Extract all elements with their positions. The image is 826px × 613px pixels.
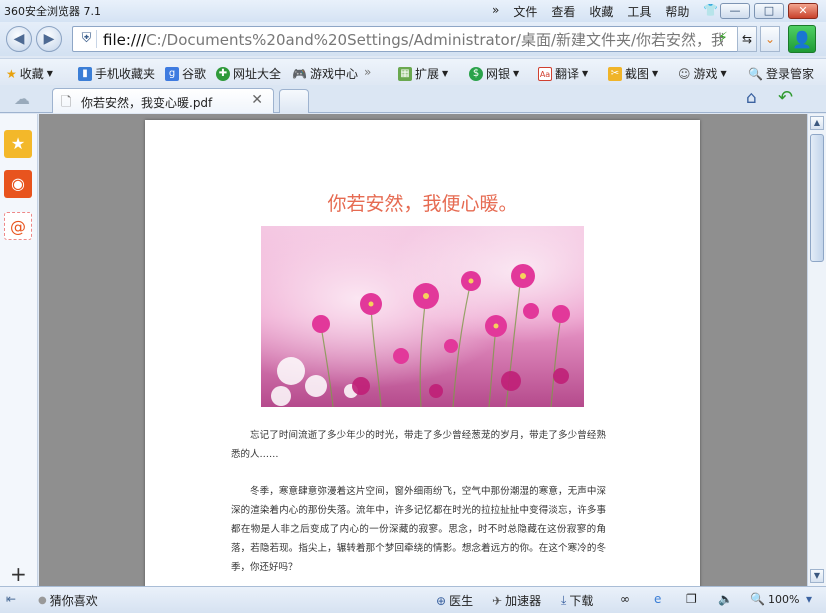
menu-bar: » 文件 查看 收藏 工具 帮助 👕 <box>492 3 718 20</box>
tab-pdf-document[interactable]: 🗋 你若安然，我变心暖.pdf ✕ <box>52 88 274 113</box>
new-tab-button[interactable] <box>279 89 309 113</box>
document-title: 你若安然，我便心暖。 <box>327 193 518 215</box>
favorites-menu[interactable]: ★ 收藏 ▼ <box>6 65 53 82</box>
fav-mobile-favorites[interactable]: ▮ 手机收藏夹 <box>78 65 155 82</box>
shirt-icon[interactable]: 👕 <box>703 3 718 20</box>
undo-close-icon[interactable]: ↶ <box>778 87 793 108</box>
scissors-icon: ✂ <box>608 66 622 81</box>
close-tab-icon[interactable]: ✕ <box>251 92 263 108</box>
tab-bar: ☁ 🗋 你若安然，我变心暖.pdf ✕ ⌂ ↶ <box>0 85 826 113</box>
online-banking-menu[interactable]: $ 网银 ▼ <box>469 65 519 82</box>
tab-title: 你若安然，我变心暖.pdf <box>81 96 213 110</box>
title-bar: 360安全浏览器 7.1 » 文件 查看 收藏 工具 帮助 👕 — □ ✕ <box>0 0 826 22</box>
games-menu[interactable]: ☺ 游戏 ▼ <box>678 65 727 82</box>
weather-cloud-icon[interactable]: ☁ <box>14 89 30 108</box>
vertical-scrollbar[interactable]: ▲ ▼ <box>807 114 826 586</box>
extension-grid-icon: ▦ <box>398 66 412 81</box>
address-dropdown-button[interactable]: ⌄ <box>760 26 780 52</box>
favorites-star-icon[interactable]: ★ <box>4 130 32 158</box>
menu-tools[interactable]: 工具 <box>627 3 651 20</box>
plus-circle-icon: ⊕ <box>436 593 447 608</box>
chevron-down-icon: ▼ <box>46 69 53 78</box>
document-icon: 🗋 <box>61 95 72 110</box>
fav-google[interactable]: g 谷歌 <box>165 65 206 82</box>
favorites-overflow[interactable]: » <box>364 65 371 79</box>
bank-shield-icon: $ <box>469 66 483 81</box>
home-icon[interactable]: ⌂ <box>746 88 757 108</box>
download-button[interactable]: ⤓ 下载 <box>561 592 593 609</box>
double-chevron-icon[interactable]: » <box>492 3 499 20</box>
gamepad-icon: 🎮 <box>292 66 307 81</box>
dot-icon: ● <box>38 595 47 606</box>
fav-site-directory[interactable]: ✚ 网址大全 <box>216 65 281 82</box>
pdf-page: 你若安然，我便心暖。 忘记了时间流逝了多少年少的时光，带走了多少曾经葱茏的岁月，… <box>145 120 700 586</box>
extensions-menu[interactable]: ▦ 扩展 ▼ <box>398 65 448 82</box>
forward-button[interactable]: ▶ <box>36 26 62 52</box>
doctor-button[interactable]: ⊕ 医生 <box>436 592 473 609</box>
forward-arrow-icon: ▶ <box>43 31 55 47</box>
rocket-icon: ✈ <box>492 593 503 608</box>
security-shield-icon[interactable]: ⛨ <box>77 30 97 48</box>
flower-photo <box>261 226 584 407</box>
volume-icon[interactable]: 🔈 <box>718 592 733 606</box>
star-icon: ★ <box>6 66 17 81</box>
mail-icon[interactable]: @ <box>4 212 32 240</box>
chevron-down-icon: ▼ <box>513 69 520 78</box>
close-window-button[interactable]: ✕ <box>788 3 818 19</box>
minimize-button[interactable]: — <box>720 3 750 19</box>
menu-view[interactable]: 查看 <box>551 3 575 20</box>
google-icon: g <box>165 66 179 81</box>
sidebar: ★ ◉ @ + <box>0 114 38 586</box>
chevron-down-icon: ⌄ <box>764 32 776 46</box>
scroll-up-arrow-icon[interactable]: ▲ <box>810 116 824 130</box>
maximize-button[interactable]: □ <box>754 3 784 19</box>
refresh-button[interactable]: ⇆ <box>737 26 757 52</box>
recommend-link[interactable]: ● 猜你喜欢 <box>38 592 98 609</box>
back-arrow-icon: ◀ <box>13 31 25 47</box>
magnifier-icon: 🔍 <box>750 592 765 606</box>
mask-icon[interactable]: ∞ <box>620 592 630 606</box>
search-key-icon: 🔍 <box>748 66 763 81</box>
globe-icon: ✚ <box>216 66 230 81</box>
chevron-down-icon: ▼ <box>720 69 727 78</box>
login-manager[interactable]: 🔍 登录管家 <box>748 65 814 82</box>
favorites-bar: ★ 收藏 ▼ ▮ 手机收藏夹 g 谷歌 ✚ 网址大全 🎮 游戏中心 » ▦ 扩展… <box>0 58 826 84</box>
scroll-down-arrow-icon[interactable]: ▼ <box>810 569 824 583</box>
address-bar[interactable]: ⛨ file:///C:/Documents%20and%20Settings/… <box>72 26 740 52</box>
download-arrow-icon: ⤓ <box>561 593 567 607</box>
weibo-icon[interactable]: ◉ <box>4 170 32 198</box>
user-account-button[interactable]: 👤 <box>788 25 816 53</box>
menu-favorites[interactable]: 收藏 <box>589 3 613 20</box>
sidebar-toggle-icon[interactable]: ⇤ <box>6 592 16 606</box>
zoom-control[interactable]: 🔍 100% <box>750 592 799 606</box>
chevron-down-icon: ▼ <box>442 69 449 78</box>
back-button[interactable]: ◀ <box>6 26 32 52</box>
phone-icon: ▮ <box>78 66 92 81</box>
ie-icon[interactable]: e <box>654 592 661 606</box>
translate-icon: Aa <box>538 66 552 81</box>
chevron-down-icon: ▼ <box>652 69 659 78</box>
fav-game-center[interactable]: 🎮 游戏中心 <box>292 65 358 82</box>
screenshot-menu[interactable]: ✂ 截图 ▼ <box>608 65 658 82</box>
menu-help[interactable]: 帮助 <box>665 3 689 20</box>
windows-icon[interactable]: ❐ <box>686 592 697 606</box>
translate-menu[interactable]: Aa 翻译 ▼ <box>538 65 588 82</box>
accelerator-button[interactable]: ✈ 加速器 <box>492 592 541 609</box>
user-icon: 👤 <box>792 30 812 49</box>
address-toolbar: ◀ ▶ ⛨ file:///C:/Documents%20and%20Setti… <box>0 22 826 56</box>
app-title: 360安全浏览器 7.1 <box>4 5 101 18</box>
lightning-icon[interactable]: ⚡ <box>718 30 728 46</box>
paragraph-1: 忘记了时间流逝了多少年少的时光，带走了多少曾经葱茏的岁月，带走了多少曾经熟悉的人… <box>231 430 606 460</box>
paragraph-2: 冬季，寒意肆意弥漫着这片空间，窗外细雨纷飞，空气中那份潮湿的寒意，无声中深深的渲… <box>231 486 606 573</box>
scrollbar-thumb[interactable] <box>810 134 824 262</box>
pdf-viewer[interactable]: 你若安然，我便心暖。 忘记了时间流逝了多少年少的时光，带走了多少曾经葱茏的岁月，… <box>39 114 807 586</box>
add-icon[interactable]: + <box>10 562 27 586</box>
chevron-down-icon[interactable]: ▾ <box>806 592 812 606</box>
url-text[interactable]: file:///C:/Documents%20and%20Settings/Ad… <box>103 30 723 50</box>
refresh-arrow-icon: ⇆ <box>741 32 753 46</box>
menu-file[interactable]: 文件 <box>513 3 537 20</box>
chevron-down-icon: ▼ <box>582 69 589 78</box>
game-controller-icon: ☺ <box>678 66 691 81</box>
status-bar: ⇤ ● 猜你喜欢 ⊕ 医生 ✈ 加速器 ⤓ 下载 ∞ e ❐ 🔈 🔍 100% … <box>0 586 826 613</box>
